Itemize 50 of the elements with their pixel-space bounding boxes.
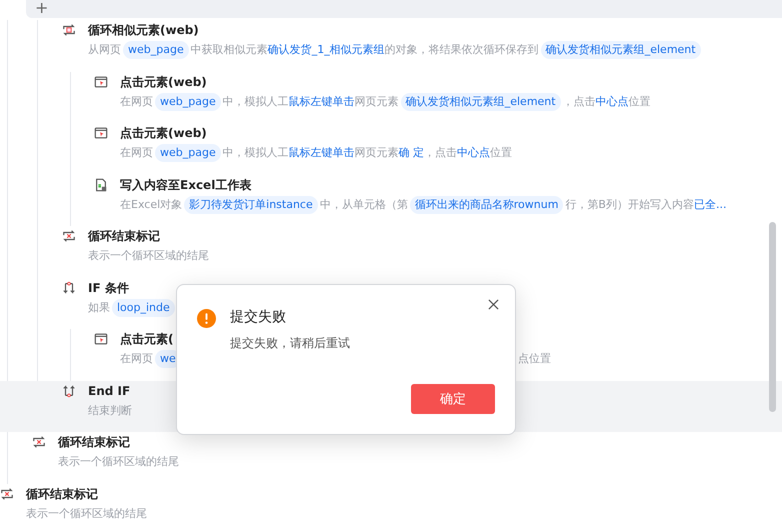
step-title: 点击元素( bbox=[120, 331, 174, 348]
keyword-text: 已全... bbox=[694, 196, 726, 212]
description-text: 中，从单元格（第 bbox=[320, 196, 408, 212]
keyword-text: 确认发货_1_相似元素组 bbox=[268, 42, 385, 58]
description-text: ，点击 bbox=[562, 94, 596, 110]
keyword-text: 鼠标左键单击 bbox=[288, 94, 355, 110]
variable-tag: 循环出来的商品名称rownum bbox=[410, 196, 564, 214]
dialog-title: 提交失败 bbox=[230, 308, 286, 326]
description-text: 的对象，将结果依次循环保存到 bbox=[384, 42, 539, 58]
description-text: 中，模拟人工 bbox=[222, 145, 289, 161]
dialog-message: 提交失败，请稍后重试 bbox=[230, 335, 350, 352]
description-text: 位置 bbox=[628, 94, 651, 110]
description-text: 中获取相似元素 bbox=[190, 42, 268, 58]
keyword-text: 中心点 bbox=[457, 145, 490, 161]
step-title: 点击元素(web) bbox=[120, 74, 208, 90]
description-text: 网页元素 bbox=[354, 94, 399, 110]
variable-tag: web_page bbox=[123, 41, 189, 59]
step-title: 点击元素(web) bbox=[120, 125, 208, 142]
description-text: 从网页 bbox=[88, 42, 121, 58]
step-title: 循环结束标记 bbox=[88, 228, 161, 245]
keyword-text: 中心点 bbox=[596, 94, 629, 110]
description-text: ，点击 bbox=[424, 145, 458, 161]
description-text: 在网页 bbox=[120, 351, 153, 367]
description-text: 在网页 bbox=[120, 145, 153, 161]
variable-tag: loop_inde bbox=[112, 298, 175, 316]
step-title: 循环结束标记 bbox=[58, 434, 131, 451]
variable-tag: 确认发货相似元素组_element bbox=[540, 41, 701, 59]
variable-tag: 影刀待发货订单instance bbox=[184, 196, 318, 214]
description-text: 点位置 bbox=[518, 351, 551, 367]
description-text: 在Excel对象 bbox=[120, 196, 182, 212]
description-text: 表示一个循环区域的结尾 bbox=[26, 506, 147, 522]
step-title: 写入内容至Excel工作表 bbox=[120, 176, 252, 194]
description-text: 位置 bbox=[490, 145, 512, 161]
description-text: 如果 bbox=[88, 300, 110, 316]
variable-tag: web_page bbox=[155, 144, 221, 162]
keyword-text: 确 定 bbox=[398, 145, 424, 161]
description-text: 表示一个循环区域的结尾 bbox=[58, 454, 179, 470]
step-title: 循环结束标记 bbox=[26, 486, 99, 502]
description-text: 中，模拟人工 bbox=[222, 94, 289, 110]
step-title: 循环相似元素(web) bbox=[88, 22, 200, 39]
description-text: 行，第B列）开始写入内容 bbox=[565, 196, 694, 212]
keyword-text: 鼠标左键单击 bbox=[288, 145, 355, 161]
description-text: 表示一个循环区域的结尾 bbox=[88, 248, 209, 264]
description-text: 网页元素 bbox=[354, 145, 399, 161]
variable-tag: 确认发货相似元素组_element bbox=[400, 92, 561, 110]
description-text: 结束判断 bbox=[88, 402, 132, 418]
variable-tag: web_page bbox=[155, 92, 221, 110]
step-title: End IF bbox=[88, 382, 132, 400]
step-title: IF 条件 bbox=[88, 280, 130, 296]
description-text: 在网页 bbox=[120, 94, 153, 110]
